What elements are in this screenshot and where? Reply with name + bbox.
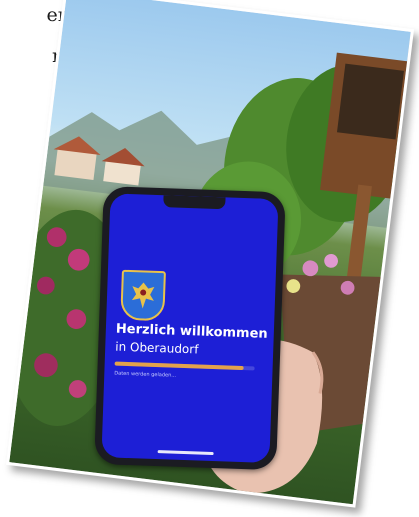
welcome-title: Herzlich willkommen [115,321,268,342]
phone-screen: Herzlich willkommen in Oberaudorf Daten … [101,193,279,464]
smartphone: Herzlich willkommen in Oberaudorf Daten … [94,186,286,471]
welcome-subtitle: in Oberaudorf [115,339,199,357]
home-indicator [157,450,214,456]
photo: Herzlich willkommen in Oberaudorf Daten … [5,0,415,508]
loading-progress-fill [114,361,244,371]
loading-status-text: Daten werden geladen... [114,370,177,379]
phone-notch [163,195,226,210]
loading-progress-bar [114,361,255,371]
eagle-icon [131,282,155,309]
municipal-crest-icon [120,269,166,322]
